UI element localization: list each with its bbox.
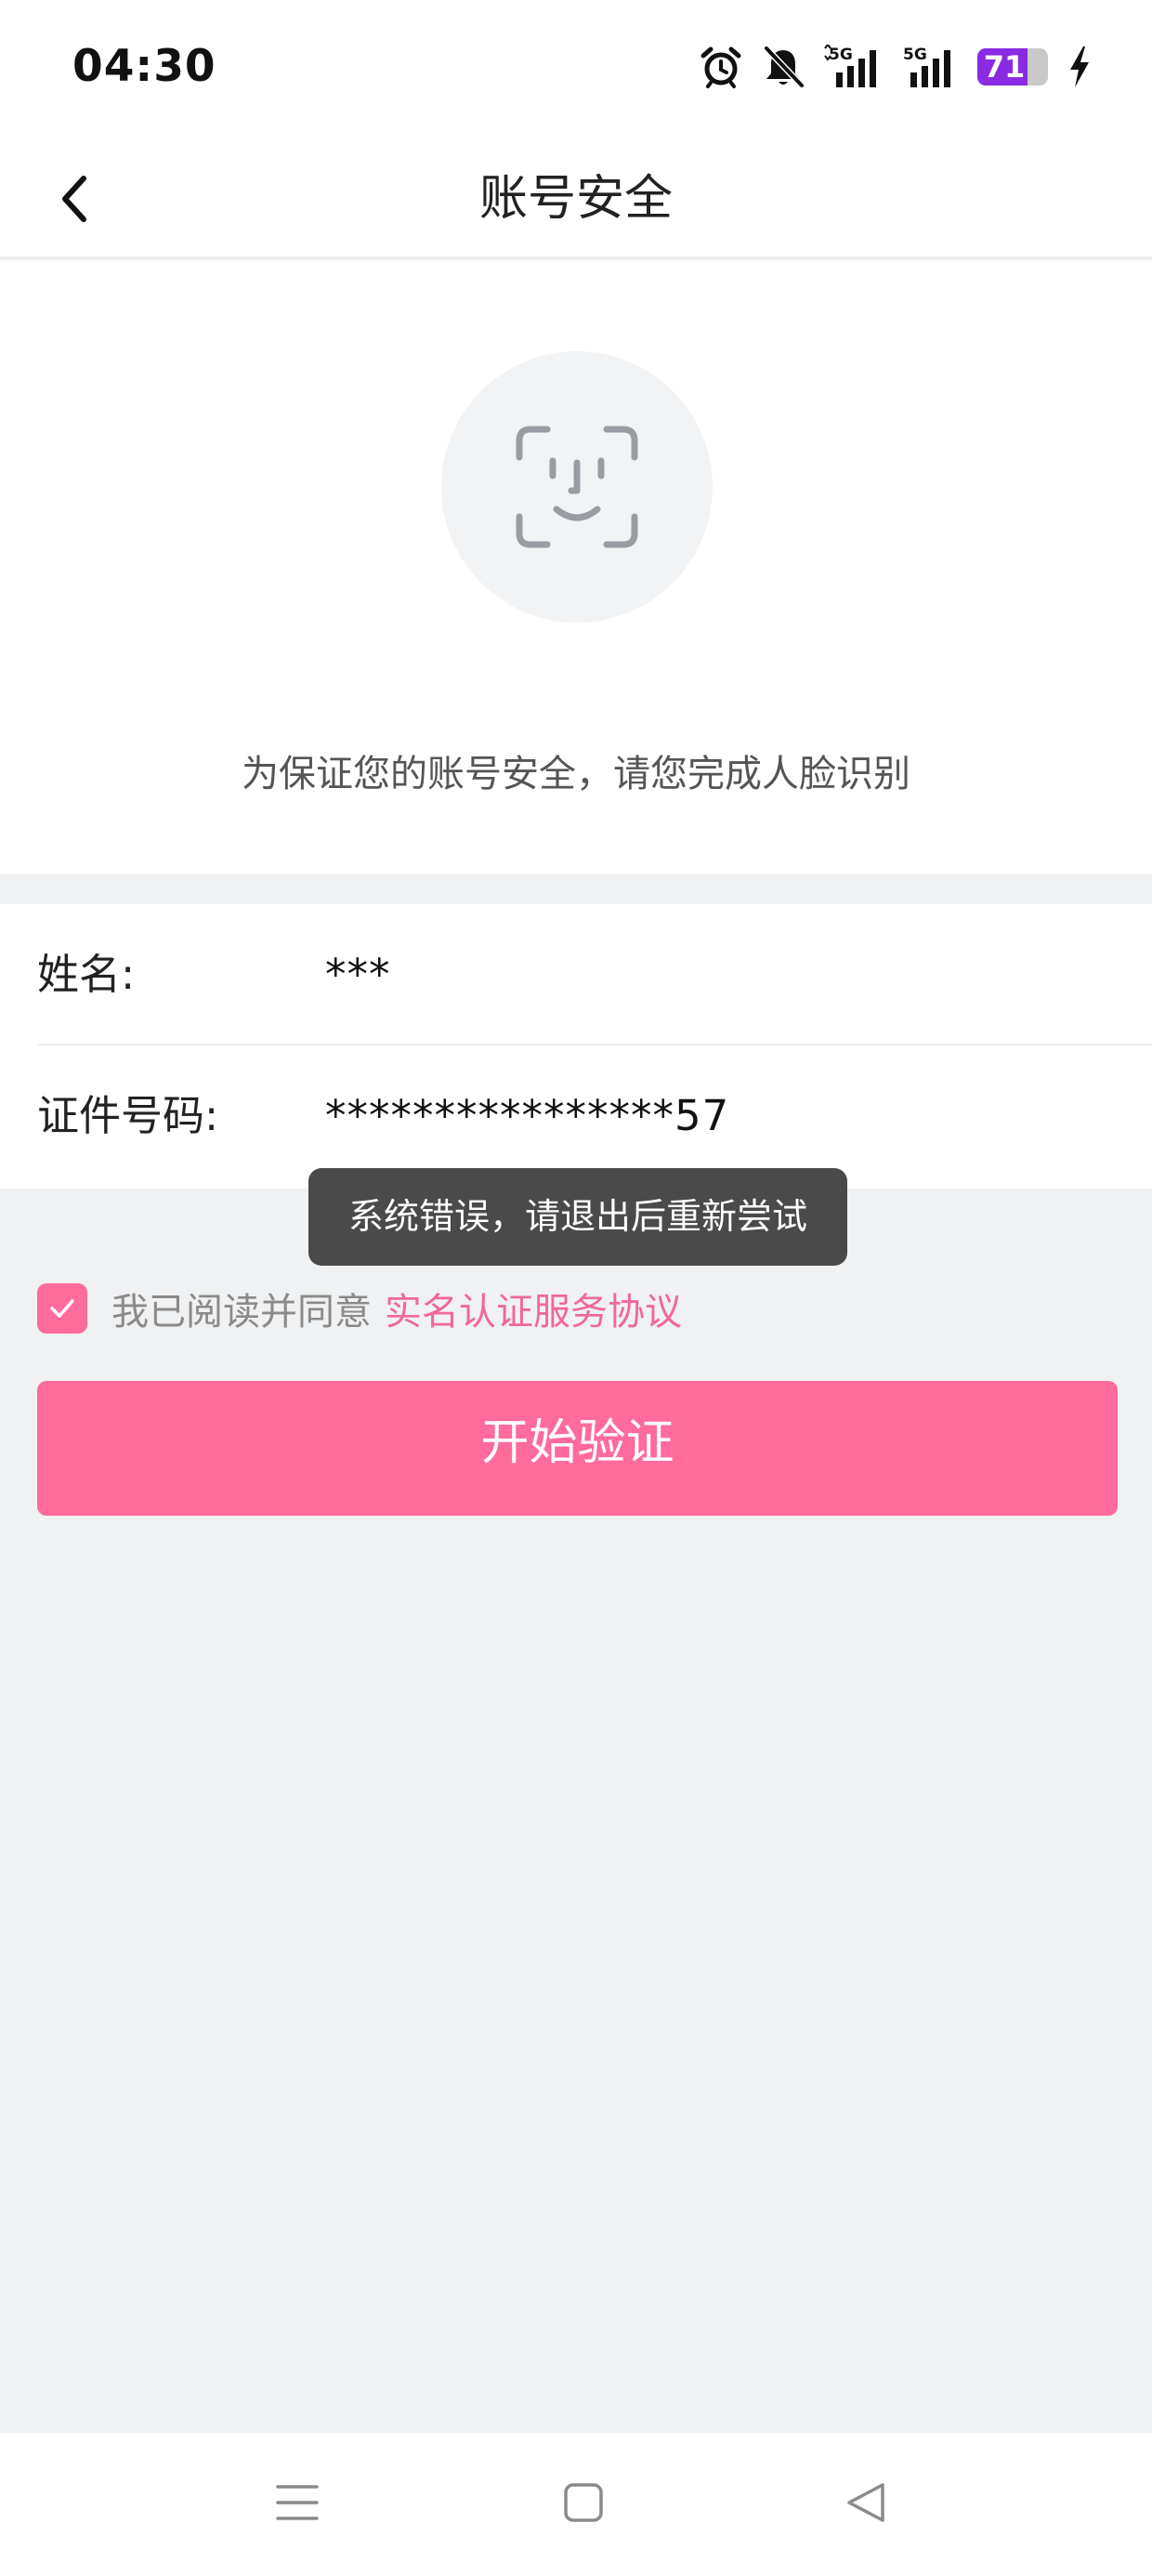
battery-icon: 71 [977, 48, 1048, 85]
system-nav-bar [0, 2433, 1152, 2576]
back-triangle-icon [847, 2483, 884, 2522]
home-icon [564, 2483, 603, 2522]
identity-form: 姓名: *** 证件号码: ****************57 [0, 904, 1152, 1189]
face-section: 为保证您的账号安全，请您完成人脸识别 [0, 260, 1152, 874]
status-bar: 04:30 5G 5G 71 [0, 0, 1152, 139]
agreement-text: 我已阅读并同意 [111, 1291, 372, 1334]
name-label: 姓名: [37, 950, 136, 999]
page-title: 账号安全 [478, 171, 673, 227]
face-id-icon [516, 426, 638, 548]
signal-5g-icon: 5G [824, 45, 876, 87]
alarm-icon [700, 46, 741, 88]
agreement-checkbox[interactable] [37, 1283, 87, 1334]
id-number-label: 证件号码: [37, 1091, 219, 1140]
id-number-row: 证件号码: ****************57 [37, 1045, 1152, 1187]
name-value: *** [325, 950, 391, 999]
battery-level: 71 [983, 49, 1026, 85]
signal-1-label: 5G [829, 46, 853, 64]
nav-bar: 账号安全 [0, 139, 1152, 258]
signal-5g-icon: 5G [903, 46, 950, 87]
signal-2-label: 5G [903, 46, 927, 64]
face-hint: 为保证您的账号安全，请您完成人脸识别 [242, 753, 910, 795]
id-number-value: ****************57 [325, 1091, 730, 1140]
error-toast: 系统错误，请退出后重新尝试 [308, 1168, 847, 1266]
agreement-link[interactable]: 实名认证服务协议 [385, 1281, 682, 1335]
start-verification-button[interactable]: 开始验证 [37, 1381, 1118, 1516]
menu-icon [276, 2485, 319, 2520]
home-button[interactable] [546, 2470, 621, 2535]
agreement-row: 我已阅读并同意 实名认证服务协议 [37, 1282, 682, 1334]
bell-muted-icon [764, 46, 805, 88]
status-time: 04:30 [72, 41, 216, 92]
status-icons: 5G 5G 71 [699, 41, 1093, 93]
face-circle [441, 351, 713, 623]
checkmark-icon [50, 1299, 74, 1318]
recent-apps-button[interactable] [260, 2470, 334, 2535]
system-back-button[interactable] [830, 2470, 904, 2535]
charging-bolt-icon [1070, 46, 1089, 87]
name-row: 姓名: *** [37, 904, 1152, 1045]
